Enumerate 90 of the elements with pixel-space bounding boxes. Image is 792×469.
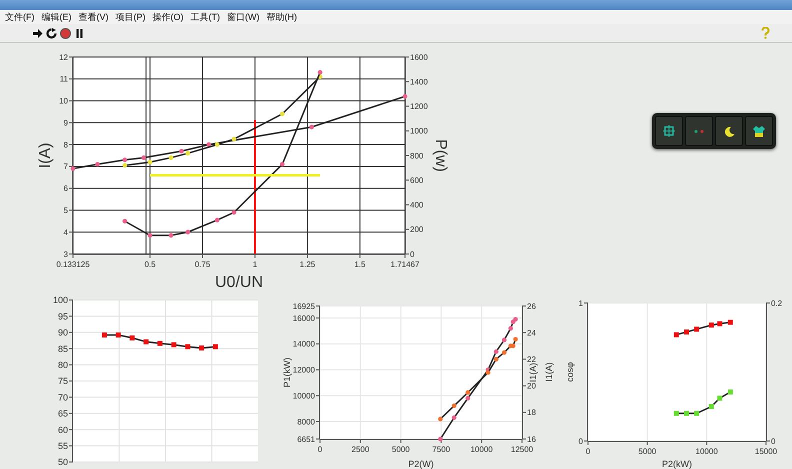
menu-item[interactable]: 文件(F) bbox=[4, 10, 36, 24]
axis-title: P2(kW) bbox=[662, 459, 692, 469]
run-continuously-icon[interactable] bbox=[46, 28, 57, 38]
menu-item[interactable]: 帮助(H) bbox=[266, 10, 298, 24]
run-arrow-icon[interactable] bbox=[32, 28, 43, 38]
tick-label: 0.2 bbox=[771, 298, 782, 308]
tick-label: 10 bbox=[59, 96, 68, 106]
tick-label: 1.25 bbox=[300, 260, 316, 269]
tick-label: 0 bbox=[578, 436, 583, 446]
axis-title: P2(W) bbox=[408, 459, 434, 469]
tick-label: 12000 bbox=[292, 366, 315, 375]
series-line bbox=[676, 322, 730, 336]
axis-title: cosφ bbox=[565, 362, 575, 382]
tick-label: 50 bbox=[58, 457, 68, 468]
tick-label: 22 bbox=[527, 355, 536, 364]
axis-title: I1(A) bbox=[544, 362, 554, 382]
tick-label: 1000 bbox=[410, 126, 428, 136]
menu-item[interactable]: 项目(P) bbox=[114, 10, 146, 24]
axis-title: I1(A) bbox=[528, 362, 538, 382]
tick-label: 5000 bbox=[638, 447, 656, 456]
axis-title: P(w) bbox=[432, 139, 449, 172]
tick-label: 18 bbox=[527, 408, 536, 418]
pause-icon[interactable] bbox=[74, 28, 85, 38]
axis-title: I(A) bbox=[37, 142, 54, 168]
tick-label: 11 bbox=[60, 74, 68, 84]
tick-label: 10000 bbox=[696, 447, 718, 456]
tick-label: 0.133125 bbox=[56, 260, 90, 269]
tick-label: 1400 bbox=[410, 77, 428, 86]
zoom-icon[interactable] bbox=[655, 116, 683, 146]
tick-label: 1200 bbox=[410, 102, 428, 112]
tick-label: 100 bbox=[52, 295, 68, 306]
menu-item[interactable]: 工具(T) bbox=[190, 10, 221, 24]
tick-label: 15000 bbox=[754, 447, 778, 456]
tick-label: 14000 bbox=[292, 340, 315, 349]
tick-label: 24 bbox=[527, 328, 536, 338]
menu-item[interactable]: 编辑(E) bbox=[40, 10, 72, 24]
tick-label: 6651 bbox=[297, 434, 315, 444]
tick-label: 12 bbox=[59, 52, 68, 62]
shirt-icon[interactable] bbox=[745, 116, 773, 146]
menu-item[interactable]: 窗口(W) bbox=[226, 10, 260, 24]
tick-label: 6 bbox=[64, 184, 68, 194]
tick-label: 200 bbox=[410, 225, 424, 234]
tick-label: 70 bbox=[58, 392, 68, 402]
tick-label: 16925 bbox=[292, 302, 315, 311]
tick-label: 9 bbox=[64, 118, 68, 128]
tick-label: 10000 bbox=[292, 391, 315, 400]
tick-label: 5 bbox=[64, 206, 68, 216]
tick-label: 0 bbox=[410, 250, 414, 259]
tick-label: 0 bbox=[771, 436, 776, 446]
menu-item[interactable]: 操作(O) bbox=[152, 10, 184, 24]
tick-label: 1 bbox=[252, 260, 258, 269]
tick-label: 600 bbox=[410, 176, 424, 185]
moon-icon[interactable] bbox=[715, 116, 743, 146]
tick-label: 0 bbox=[318, 445, 322, 454]
tick-label: 3 bbox=[64, 250, 68, 259]
axis-title: U0/UN bbox=[215, 274, 263, 291]
tick-label: 10000 bbox=[470, 445, 493, 454]
tick-label: 4 bbox=[64, 228, 68, 237]
tick-label: 400 bbox=[410, 200, 424, 210]
tick-label: 5000 bbox=[392, 445, 410, 454]
tick-label: 85 bbox=[58, 344, 68, 354]
tick-label: 1 bbox=[578, 298, 583, 308]
tick-label: 7500 bbox=[432, 445, 450, 454]
tick-label: 1.71467 bbox=[390, 260, 420, 269]
tick-label: 20 bbox=[527, 382, 536, 391]
tick-label: 2500 bbox=[352, 445, 370, 454]
tick-label: 0.5 bbox=[144, 260, 156, 269]
menu-item[interactable]: 查看(V) bbox=[78, 10, 110, 24]
tick-label: 1.5 bbox=[354, 260, 366, 269]
series-line bbox=[676, 391, 731, 414]
tick-label: 8000 bbox=[297, 417, 315, 426]
tick-label: 55 bbox=[58, 440, 68, 451]
tick-label: 7 bbox=[64, 162, 68, 172]
tick-label: 12500 bbox=[510, 445, 534, 454]
tick-label: 26 bbox=[527, 302, 536, 311]
stop-icon[interactable] bbox=[60, 28, 71, 38]
tick-label: 1600 bbox=[410, 52, 428, 62]
tick-label: 65 bbox=[58, 408, 68, 419]
tick-label: 0.75 bbox=[194, 260, 210, 269]
tick-label: 80 bbox=[58, 360, 68, 370]
tick-label: 16000 bbox=[292, 314, 315, 323]
tick-label: 90 bbox=[58, 328, 68, 338]
tick-label: 0 bbox=[586, 447, 590, 456]
tick-label: 60 bbox=[58, 424, 68, 435]
tick-label: 95 bbox=[58, 311, 68, 322]
axis-title: P1(kW) bbox=[282, 358, 292, 388]
tick-label: 800 bbox=[410, 151, 424, 160]
tick-label: 16 bbox=[527, 434, 536, 444]
tick-label: 8 bbox=[64, 140, 68, 150]
tick-label: 75 bbox=[58, 376, 68, 386]
